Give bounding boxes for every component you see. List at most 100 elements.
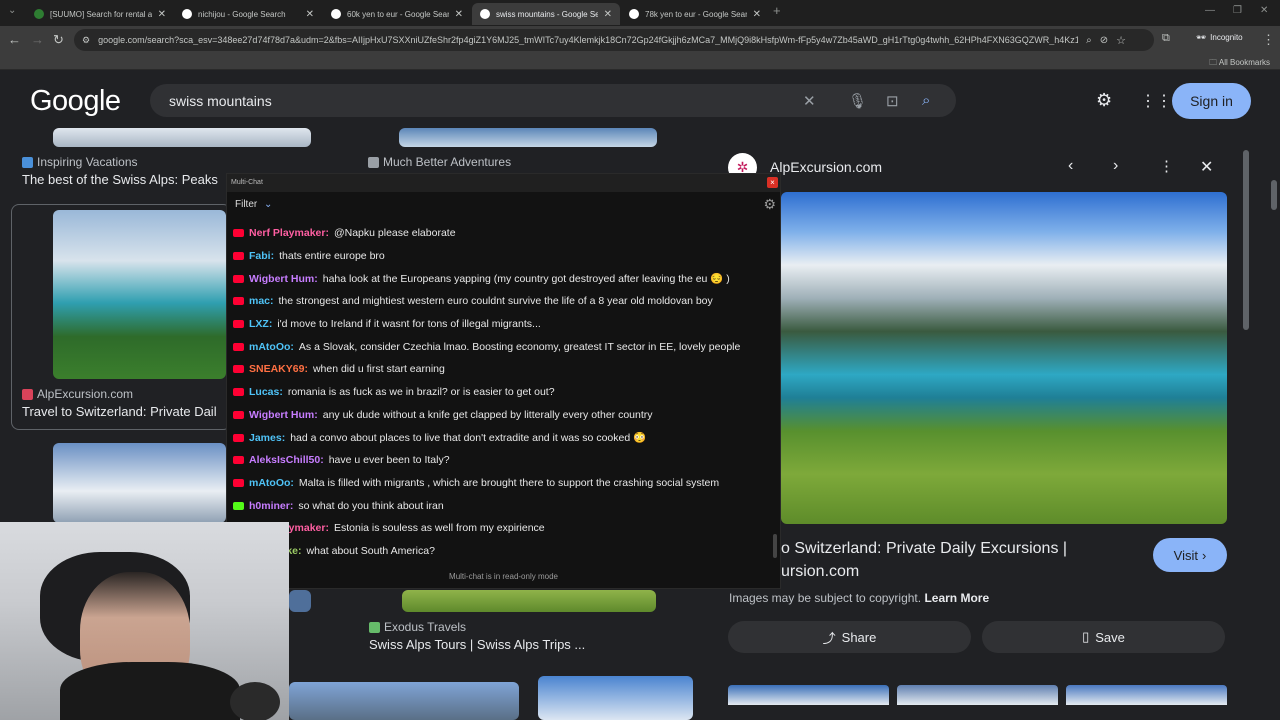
chat-message: Wigbert Hum: any uk dude without a knife …: [233, 404, 773, 427]
result-thumbnail[interactable]: [289, 682, 519, 720]
close-tab-icon[interactable]: ✕: [455, 9, 463, 20]
incognito-indicator[interactable]: 🕶 Incognito: [1196, 33, 1243, 42]
site-info-icon[interactable]: ⚙: [82, 35, 90, 46]
filter-dropdown[interactable]: Filter ⌄: [235, 199, 272, 210]
result-thumbnail[interactable]: [289, 590, 311, 612]
panel-title-continued[interactable]: ursion.com: [781, 563, 859, 581]
related-image[interactable]: [897, 685, 1058, 705]
new-tab-icon[interactable]: +: [773, 3, 781, 18]
next-icon[interactable]: ›: [1113, 157, 1118, 175]
learn-more-link[interactable]: Learn More: [924, 591, 989, 605]
tab-swiss-mountains[interactable]: swiss mountains - Google Sear ✕: [472, 3, 620, 25]
chat-username[interactable]: mAtoOo:: [249, 477, 294, 489]
tab-suumo[interactable]: [SUUMO] Search for rental apa ✕: [26, 3, 174, 25]
streamer-body: [60, 662, 240, 720]
minimize-icon[interactable]: —: [1205, 5, 1215, 16]
tab-78k-yen[interactable]: 78k yen to eur - Google Search ✕: [621, 3, 769, 25]
chat-username[interactable]: Wigbert Hum:: [249, 409, 318, 421]
tab-nichijou[interactable]: nichijou - Google Search ✕: [174, 3, 322, 25]
related-image[interactable]: [1066, 685, 1227, 705]
result-title[interactable]: Swiss Alps Tours | Swiss Alps Trips ...: [369, 637, 669, 652]
panel-scrollbar[interactable]: [1243, 150, 1249, 330]
page-scrollbar[interactable]: [1271, 180, 1277, 210]
chat-username[interactable]: LXZ:: [249, 318, 272, 330]
close-tab-icon[interactable]: ✕: [604, 9, 612, 20]
chat-username[interactable]: Fabi:: [249, 250, 274, 262]
sign-in-button[interactable]: Sign in: [1172, 83, 1251, 119]
chat-username[interactable]: mAtoOo:: [249, 341, 294, 353]
result-thumbnail[interactable]: [53, 210, 226, 379]
source-label: Inspiring Vacations: [37, 155, 138, 169]
chat-titlebar[interactable]: Multi-Chat ×: [227, 174, 780, 192]
visit-button[interactable]: Visit ›: [1153, 538, 1227, 572]
google-logo[interactable]: Google: [30, 85, 121, 118]
chat-username[interactable]: Nerf Playmaker:: [249, 227, 329, 239]
browser-toolbar: ← → ↻ ⚙ google.com/search?sca_esv=348ee2…: [0, 26, 1280, 54]
share-button[interactable]: ⤴ Share: [728, 621, 971, 653]
panel-title[interactable]: o Switzerland: Private Daily Excursions …: [781, 540, 1067, 558]
folder-icon: 🗀: [1209, 58, 1218, 67]
close-tab-icon[interactable]: ✕: [158, 9, 166, 20]
panel-source[interactable]: AlpExcursion.com: [770, 159, 882, 175]
result-source[interactable]: Exodus Travels: [369, 620, 466, 634]
save-button[interactable]: ▯ Save: [982, 621, 1225, 653]
close-window-icon[interactable]: ✕: [1260, 5, 1268, 16]
previous-icon[interactable]: ‹: [1068, 157, 1073, 175]
chat-username[interactable]: Wigbert Hum:: [249, 273, 318, 285]
result-title[interactable]: The best of the Swiss Alps: Peaks: [22, 172, 226, 187]
chat-settings-icon[interactable]: ⚙: [763, 196, 776, 213]
chat-scrollbar[interactable]: [773, 534, 777, 558]
tab-60k-yen[interactable]: 60k yen to eur - Google Search ✕: [323, 3, 471, 25]
result-source[interactable]: Much Better Adventures: [368, 155, 511, 169]
search-input[interactable]: swiss mountains: [169, 93, 956, 109]
close-chat-icon[interactable]: ×: [767, 177, 778, 188]
address-bar[interactable]: ⚙ google.com/search?sca_esv=348ee27d74f7…: [74, 29, 1154, 51]
back-icon[interactable]: ←: [8, 32, 21, 47]
tab-search-icon[interactable]: ⌄: [8, 5, 16, 16]
chat-username[interactable]: h0miner:: [249, 500, 293, 512]
chat-username[interactable]: James:: [249, 432, 285, 444]
chat-message: mac: the strongest and mightiest western …: [233, 290, 773, 313]
reload-icon[interactable]: ↻: [53, 32, 64, 48]
forward-icon[interactable]: →: [31, 32, 44, 47]
clear-search-icon[interactable]: ✕: [803, 92, 816, 110]
menu-kebab-icon[interactable]: ⋮: [1262, 32, 1275, 48]
chat-username[interactable]: Lucas:: [249, 386, 283, 398]
tab-strip: ⌄ [SUUMO] Search for rental apa ✕ nichij…: [0, 0, 1280, 26]
result-thumbnail[interactable]: [399, 128, 657, 147]
chat-username[interactable]: AleksIsChill50:: [249, 454, 324, 466]
microphone-icon[interactable]: 🎙: [848, 92, 867, 110]
search-box[interactable]: swiss mountains ✕ 🎙 ⊡ ⌕: [150, 84, 956, 117]
maximize-icon[interactable]: ❐: [1233, 5, 1242, 16]
url-text: google.com/search?sca_esv=348ee27d74f78d…: [98, 35, 1079, 45]
result-title[interactable]: Travel to Switzerland: Private Dail: [22, 404, 226, 419]
filter-label: Filter: [235, 199, 258, 210]
result-thumbnail[interactable]: [538, 676, 693, 720]
more-options-icon[interactable]: ⋮: [1159, 157, 1174, 175]
chat-message: James: had a convo about places to live t…: [233, 426, 773, 449]
result-source[interactable]: AlpExcursion.com: [22, 387, 133, 401]
result-thumbnail[interactable]: [53, 128, 311, 147]
bookmark-star-icon[interactable]: ☆: [1116, 34, 1126, 47]
chat-message: mAtoOo: Malta is filled with migrants , w…: [233, 472, 773, 495]
result-thumbnail[interactable]: [402, 590, 656, 612]
extensions-icon[interactable]: ⧉: [1162, 32, 1170, 45]
all-bookmarks[interactable]: 🗀 All Bookmarks: [1209, 57, 1270, 71]
related-image[interactable]: [728, 685, 889, 705]
close-tab-icon[interactable]: ✕: [306, 9, 314, 20]
chat-text: i'd move to Ireland if it wasnt for tons…: [277, 318, 541, 331]
youtube-platform-icon: [233, 478, 244, 487]
eye-off-icon[interactable]: ⊘: [1100, 35, 1108, 46]
search-icon[interactable]: ⌕: [922, 92, 930, 109]
result-thumbnail[interactable]: [53, 443, 226, 523]
settings-gear-icon[interactable]: ⚙: [1096, 90, 1112, 111]
close-panel-icon[interactable]: ✕: [1200, 157, 1213, 177]
chat-text: Malta is filled with migrants , which ar…: [298, 476, 720, 489]
close-tab-icon[interactable]: ✕: [753, 9, 761, 20]
preview-image[interactable]: [781, 192, 1227, 524]
zoom-icon[interactable]: ⌕: [1086, 35, 1092, 46]
chat-username[interactable]: mac:: [249, 295, 274, 307]
lens-icon[interactable]: ⊡: [886, 92, 899, 110]
chat-username[interactable]: SNEAKY69:: [249, 363, 308, 375]
result-source[interactable]: Inspiring Vacations: [22, 155, 138, 169]
